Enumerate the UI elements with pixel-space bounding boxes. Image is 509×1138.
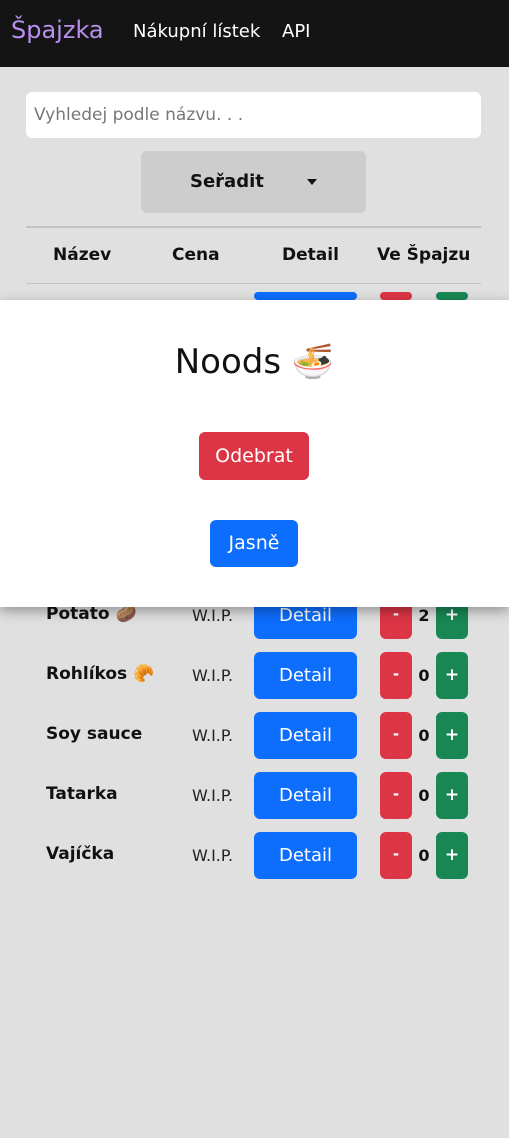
modal-title: Noods 🍜 bbox=[174, 342, 335, 382]
table-top-border bbox=[26, 226, 481, 228]
item-name: Potato 🥔 bbox=[46, 604, 137, 624]
navbar: Špajzka Nákupní lístek API bbox=[0, 0, 509, 67]
item-quantity: 0 bbox=[418, 666, 430, 685]
decrement-button[interactable] bbox=[380, 292, 412, 300]
table-row: Vajíčka W.I.P. Detail - 0 + bbox=[0, 832, 509, 880]
decrement-button[interactable]: - bbox=[380, 832, 412, 879]
item-quantity: 0 bbox=[418, 726, 430, 745]
item-name: Tatarka bbox=[46, 784, 118, 804]
item-price: W.I.P. bbox=[192, 786, 234, 805]
nav-link-shopping-list[interactable]: Nákupní lístek bbox=[133, 21, 260, 42]
detail-button[interactable]: Detail bbox=[254, 652, 357, 699]
decrement-button[interactable]: - bbox=[380, 712, 412, 759]
nav-link-api[interactable]: API bbox=[282, 21, 310, 42]
item-quantity: 2 bbox=[418, 606, 430, 625]
remove-button[interactable]: Odebrat bbox=[199, 432, 309, 480]
ok-button[interactable]: Jasně bbox=[210, 520, 298, 567]
increment-button[interactable]: + bbox=[436, 832, 468, 879]
table-row: Rohlíkos 🥐 W.I.P. Detail - 0 + bbox=[0, 652, 509, 700]
increment-button[interactable] bbox=[436, 292, 468, 300]
detail-button[interactable]: Detail bbox=[254, 712, 357, 759]
column-header-in-pantry: Ve Špajzu bbox=[377, 245, 471, 265]
detail-button[interactable]: Detail bbox=[254, 832, 357, 879]
brand-logo[interactable]: Špajzka bbox=[11, 16, 104, 44]
item-name: Rohlíkos 🥐 bbox=[46, 664, 155, 684]
sort-label: Seřadit bbox=[190, 171, 264, 192]
item-price: W.I.P. bbox=[192, 846, 234, 865]
increment-button[interactable]: + bbox=[436, 712, 468, 759]
sort-dropdown-button[interactable]: Seřadit bbox=[141, 151, 366, 213]
search-placeholder: Vyhledej podle názvu. . . bbox=[34, 105, 244, 125]
increment-button[interactable]: + bbox=[436, 772, 468, 819]
table-row: Soy sauce W.I.P. Detail - 0 + bbox=[0, 712, 509, 760]
item-quantity: 0 bbox=[418, 786, 430, 805]
column-header-name: Název bbox=[53, 245, 112, 265]
detail-button[interactable]: Detail bbox=[254, 772, 357, 819]
increment-button[interactable]: + bbox=[436, 652, 468, 699]
column-header-detail: Detail bbox=[282, 245, 339, 265]
search-input[interactable]: Vyhledej podle názvu. . . bbox=[26, 92, 481, 138]
column-header-price: Cena bbox=[172, 245, 220, 265]
decrement-button[interactable]: - bbox=[380, 772, 412, 819]
item-price: W.I.P. bbox=[192, 606, 234, 625]
caret-down-icon bbox=[307, 179, 317, 185]
item-modal: Noods 🍜 Odebrat Jasně bbox=[0, 300, 509, 607]
decrement-button[interactable]: - bbox=[380, 652, 412, 699]
item-quantity: 0 bbox=[418, 846, 430, 865]
table-header-border bbox=[26, 283, 481, 284]
item-name: Vajíčka bbox=[46, 844, 115, 864]
item-name: Soy sauce bbox=[46, 724, 143, 744]
table-row: Tatarka W.I.P. Detail - 0 + bbox=[0, 772, 509, 820]
detail-button[interactable] bbox=[254, 292, 357, 300]
item-price: W.I.P. bbox=[192, 726, 234, 745]
item-price: W.I.P. bbox=[192, 666, 234, 685]
